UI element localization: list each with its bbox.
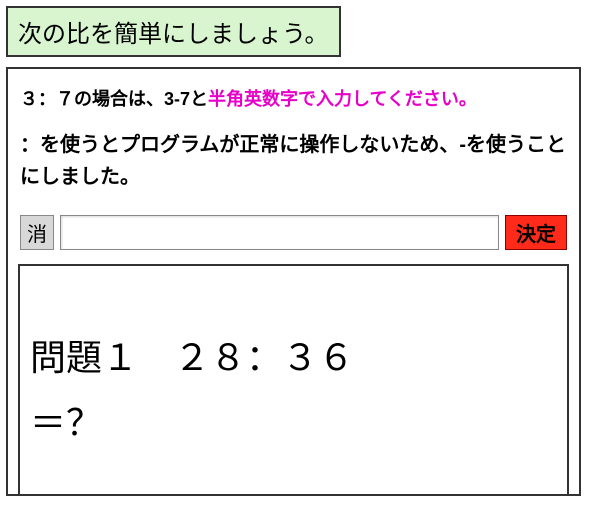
submit-button[interactable]: 決定 <box>505 215 567 250</box>
instruction-example-text: ３：７の場合は、3-7と <box>20 89 208 109</box>
clear-button[interactable]: 消 <box>20 215 54 250</box>
instruction-line-1: ３：７の場合は、3-7と半角英数字で入力してください。 <box>20 85 567 111</box>
problem-line-2: ＝？ <box>30 391 557 456</box>
problem-line-1: 問題１ ２８：３６ <box>30 326 557 391</box>
page-title: 次の比を簡単にしましょう。 <box>6 6 341 57</box>
instruction-line-2: ：を使うとプログラムが正常に操作しないため、-を使うことにしました。 <box>20 129 567 193</box>
answer-input[interactable] <box>60 215 499 250</box>
problem-display: 問題１ ２８：３６ ＝？ <box>18 264 569 494</box>
input-row: 消 決定 <box>20 215 567 250</box>
instruction-highlight-text: 半角英数字で入力してください。 <box>208 89 477 109</box>
main-panel: ３：７の場合は、3-7と半角英数字で入力してください。 ：を使うとプログラムが正… <box>6 67 581 496</box>
